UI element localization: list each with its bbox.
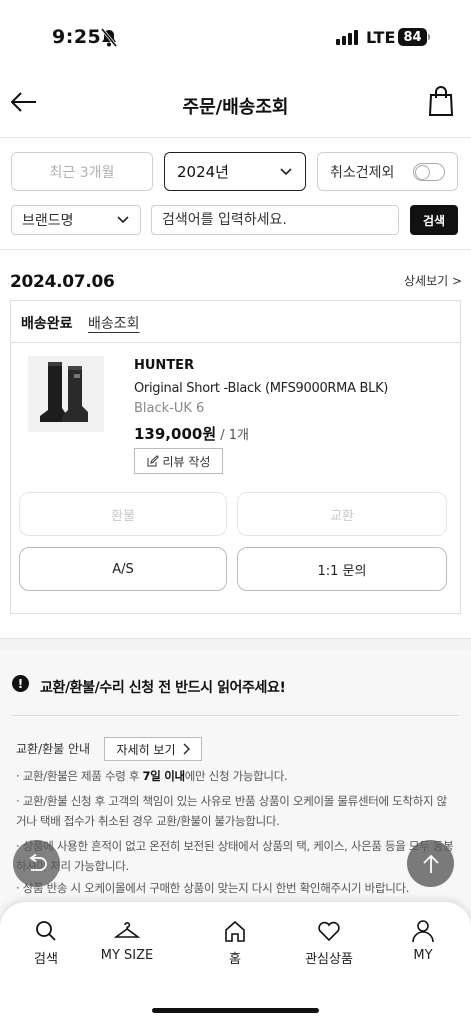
network-label: LTE — [366, 28, 396, 47]
return-arrow-icon — [28, 853, 47, 871]
notice-line-1-prefix: · 교환/환불은 제품 수령 후 — [16, 769, 143, 783]
guide-detail-label: 자세히 보기 — [116, 742, 176, 757]
refund-button[interactable]: 환불 — [19, 492, 227, 536]
product-price-row: 139,000원 / 1개 — [134, 423, 249, 444]
product-image[interactable] — [28, 356, 104, 432]
inquiry-button[interactable]: 1:1 문의 — [237, 547, 447, 591]
signal-icon — [336, 30, 358, 45]
card-divider — [11, 342, 460, 343]
exclude-cancelled-filter[interactable]: 취소건제외 — [317, 152, 458, 191]
page-title: 주문/배송조회 — [182, 97, 289, 118]
header-divider — [0, 137, 471, 138]
edit-icon — [147, 455, 159, 467]
nav-my-label: MY — [413, 948, 433, 963]
section-gap — [0, 638, 471, 650]
nav-search-label: 검색 — [34, 952, 58, 967]
status-time: 9:25 — [52, 26, 102, 48]
nav-home-label: 홈 — [229, 952, 241, 967]
guide-detail-button[interactable]: 자세히 보기 — [104, 737, 202, 761]
notice-line-1: · 교환/환불은 제품 수령 후 7일 이내에만 신청 가능합니다. — [16, 766, 456, 786]
scroll-top-button[interactable] — [407, 840, 454, 887]
write-review-label: 리뷰 작성 — [162, 454, 211, 469]
notice-line-3: · 상품에 사용한 흔적이 없고 온전히 보전된 상태에서 상품의 택, 케이스… — [16, 839, 454, 873]
brand-select[interactable]: 브랜드명 — [11, 205, 141, 235]
after-service-button[interactable]: A/S — [19, 547, 227, 591]
notice-line-1-suffix: 에만 신청 가능합니다. — [184, 769, 288, 783]
year-select-value: 2024년 — [177, 163, 229, 181]
search-input[interactable] — [151, 205, 399, 235]
arrow-up-icon — [422, 854, 439, 873]
user-icon — [412, 920, 434, 943]
chevron-right-icon — [183, 743, 190, 755]
track-delivery-link[interactable]: 배송조회 — [88, 313, 140, 333]
product-price: 139,000원 — [134, 425, 217, 443]
search-button[interactable]: 검색 — [410, 205, 458, 235]
notice-line-2: · 교환/환불 신청 후 고객의 책임이 있는 사유로 반품 상품이 오케이몰 … — [16, 794, 447, 828]
bell-muted-icon — [100, 28, 118, 47]
hanger-icon — [114, 922, 140, 938]
nav-search[interactable]: 검색 — [6, 918, 86, 967]
notice-divider — [12, 715, 459, 716]
product-name[interactable]: Original Short -Black (MFS9000RMA BLK) — [134, 381, 388, 396]
chevron-down-icon — [117, 216, 129, 224]
product-option: Black-UK 6 — [134, 401, 205, 416]
order-status: 배송완료 — [21, 316, 73, 332]
return-guide-label: 교환/환불 안내 — [16, 742, 91, 756]
nav-mysize[interactable]: MY SIZE — [87, 918, 167, 963]
heart-icon — [318, 921, 340, 942]
home-icon — [225, 920, 245, 942]
brand-select-label: 브랜드명 — [22, 213, 74, 229]
home-indicator — [152, 1008, 319, 1013]
year-select[interactable]: 2024년 — [164, 152, 306, 191]
shopping-bag-icon[interactable] — [425, 84, 457, 118]
order-date: 2024.07.06 — [10, 272, 115, 292]
exclude-cancelled-toggle[interactable] — [413, 162, 445, 181]
nav-home[interactable]: 홈 — [195, 918, 275, 967]
period-filter-button[interactable]: 최근 3개월 — [11, 152, 153, 191]
floating-back-button[interactable] — [13, 840, 60, 887]
product-quantity: / 1개 — [216, 428, 250, 443]
product-brand: HUNTER — [134, 358, 195, 373]
exclamation-icon: ! — [12, 675, 29, 692]
exclude-cancelled-label: 취소건제외 — [330, 164, 395, 181]
chevron-down-icon — [280, 167, 292, 175]
filter-divider — [0, 249, 471, 250]
notice-title: 교환/환불/수리 신청 전 반드시 읽어주세요! — [40, 680, 286, 696]
battery-icon: 84 — [398, 28, 427, 46]
notice-line-4: · 상품 반송 시 오케이몰에서 구매한 상품이 맞는지 다시 한번 확인해주시… — [16, 881, 410, 895]
nav-wishlist-label: 관심상품 — [305, 952, 353, 967]
nav-mysize-label: MY SIZE — [100, 948, 154, 963]
order-detail-link[interactable]: 상세보기 > — [404, 272, 462, 289]
search-icon — [36, 921, 56, 941]
exchange-button[interactable]: 교환 — [237, 492, 447, 536]
battery-tip — [428, 34, 430, 40]
nav-my[interactable]: MY — [383, 918, 463, 963]
nav-wishlist[interactable]: 관심상품 — [289, 918, 369, 967]
write-review-button[interactable]: 리뷰 작성 — [134, 448, 223, 474]
notice-line-1-bold: 7일 이내 — [142, 769, 186, 783]
